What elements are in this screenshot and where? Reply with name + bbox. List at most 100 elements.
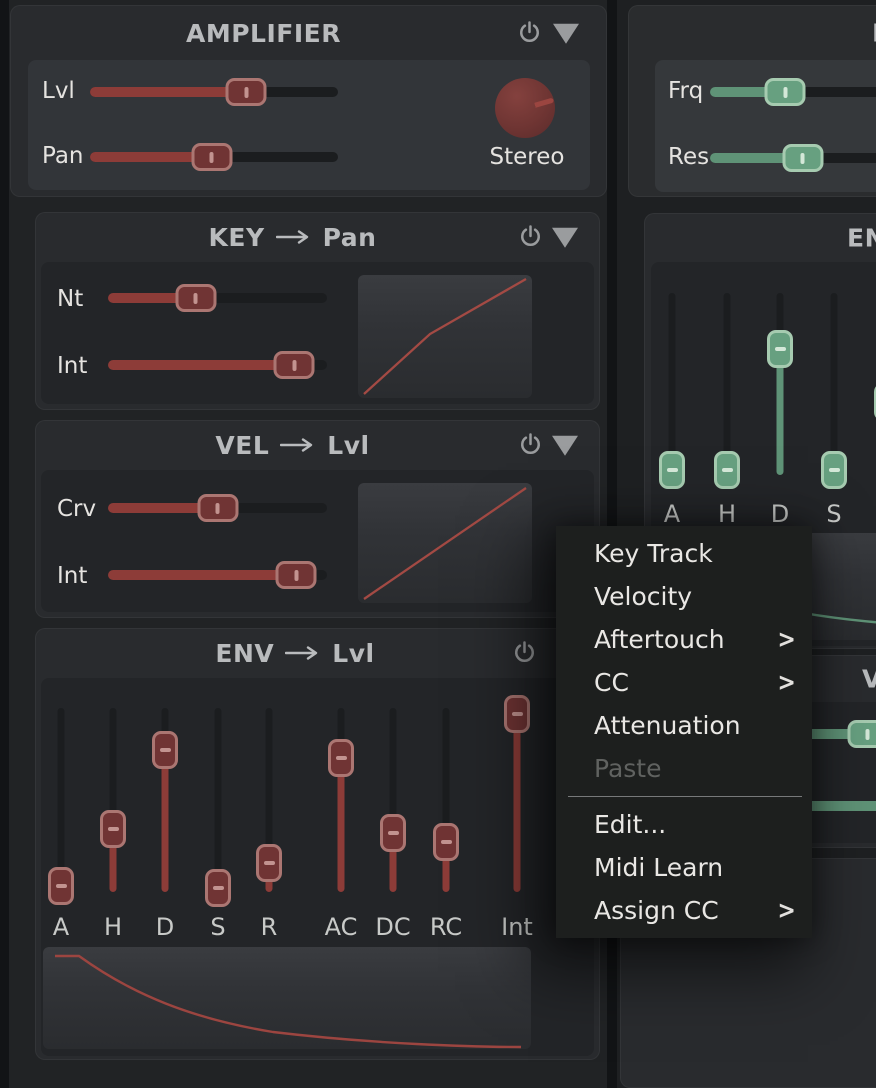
level-slider[interactable] xyxy=(90,87,338,97)
slider-handle[interactable] xyxy=(152,731,178,769)
menu-item-label: Velocity xyxy=(594,582,692,611)
slider-fill xyxy=(108,360,294,370)
power-icon[interactable] xyxy=(513,641,536,666)
synth-ui-root: { "amplifier": { "title": "AMPLIFIER", "… xyxy=(0,0,876,1088)
handle-tick xyxy=(722,468,733,472)
handle-tick xyxy=(801,153,805,164)
routing-arrow-icon xyxy=(285,646,321,660)
slider-handle[interactable] xyxy=(276,561,317,589)
key-pan-header: KEY Pan xyxy=(35,212,600,262)
routing-arrow-icon xyxy=(276,230,312,244)
pan-label: Pan xyxy=(42,143,84,169)
mod-target-label: Pan xyxy=(323,223,377,252)
menu-item-velocity[interactable]: Velocity xyxy=(556,575,812,618)
chevron-down-icon[interactable] xyxy=(552,436,578,456)
slider-handle[interactable] xyxy=(821,451,847,489)
slider-handle[interactable] xyxy=(433,823,459,861)
handle-tick xyxy=(213,886,224,890)
pan-slider[interactable] xyxy=(90,152,338,162)
slider-handle[interactable] xyxy=(226,78,267,106)
resonance-slider[interactable] xyxy=(710,153,876,163)
menu-item-edit[interactable]: Edit... xyxy=(556,803,812,846)
slider-handle[interactable] xyxy=(256,844,282,882)
submenu-chevron-icon: > xyxy=(777,896,795,925)
menu-item-label: Assign CC xyxy=(594,896,719,925)
slider-handle[interactable] xyxy=(767,330,793,368)
handle-tick xyxy=(244,87,248,98)
handle-tick xyxy=(783,87,787,98)
slider-handle[interactable] xyxy=(197,494,238,522)
slider-handle[interactable] xyxy=(714,451,740,489)
menu-item-attenuation[interactable]: Attenuation xyxy=(556,704,812,747)
handle-tick xyxy=(441,840,452,844)
slider-handle[interactable] xyxy=(782,144,823,172)
slider-handle[interactable] xyxy=(48,867,74,905)
menu-item-label: Attenuation xyxy=(594,711,741,740)
env-slider-H[interactable] xyxy=(714,293,740,475)
frequency-slider[interactable] xyxy=(710,87,876,97)
slider-handle[interactable] xyxy=(274,351,315,379)
slider-fill xyxy=(108,570,296,580)
env-slider-label: D xyxy=(143,913,187,941)
env-slider-label: H xyxy=(705,500,749,528)
menu-item-paste[interactable]: Paste xyxy=(556,747,812,790)
slider-rail xyxy=(831,293,838,475)
menu-item-cc[interactable]: CC> xyxy=(556,661,812,704)
slider-handle[interactable] xyxy=(380,814,406,852)
intensity-slider[interactable] xyxy=(108,570,327,580)
filter-panel: F Frq Res xyxy=(628,5,876,197)
note-label: Nt xyxy=(57,286,83,312)
env-slider-label: AC xyxy=(319,913,363,941)
menu-item-label: Edit... xyxy=(594,810,666,839)
power-icon[interactable] xyxy=(518,21,541,46)
resonance-label: Res xyxy=(668,144,709,170)
slider-handle[interactable] xyxy=(175,284,216,312)
slider-handle[interactable] xyxy=(100,810,126,848)
mod-source-label: ENV xyxy=(215,639,274,668)
env-slider-A[interactable] xyxy=(48,708,74,892)
handle-tick xyxy=(294,570,298,581)
env-slider-R[interactable] xyxy=(256,708,282,892)
slider-rail xyxy=(58,708,65,892)
chevron-down-icon[interactable] xyxy=(553,24,579,44)
slider-handle[interactable] xyxy=(847,720,876,748)
menu-item-label: Key Track xyxy=(594,539,713,568)
env-slider-RC[interactable] xyxy=(433,708,459,892)
handle-tick xyxy=(216,503,220,514)
menu-item-key-track[interactable]: Key Track xyxy=(556,532,812,575)
env-slider-D[interactable] xyxy=(152,708,178,892)
env-slider-Int[interactable] xyxy=(504,708,530,892)
power-icon[interactable] xyxy=(519,433,542,458)
slider-handle[interactable] xyxy=(765,78,806,106)
env-title-clipped: EN xyxy=(847,223,876,252)
slider-handle[interactable] xyxy=(659,451,685,489)
env-slider-AC[interactable] xyxy=(328,708,354,892)
menu-item-label: Paste xyxy=(594,754,661,783)
curve-slider[interactable] xyxy=(108,503,327,513)
amplifier-title: AMPLIFIER xyxy=(186,19,341,48)
note-slider[interactable] xyxy=(108,293,327,303)
mod-source-label: VEL xyxy=(215,431,269,460)
env-slider-D[interactable] xyxy=(767,293,793,475)
stereo-knob[interactable] xyxy=(495,78,555,138)
chevron-down-icon[interactable] xyxy=(552,228,578,248)
handle-tick xyxy=(210,152,214,163)
intensity-label: Int xyxy=(57,563,87,589)
env-slider-DC[interactable] xyxy=(380,708,406,892)
slider-handle[interactable] xyxy=(205,869,231,907)
menu-item-assign-cc[interactable]: Assign CC > xyxy=(556,889,812,932)
env-slider-H[interactable] xyxy=(100,708,126,892)
submenu-chevron-icon: > xyxy=(777,625,795,654)
env-slider-A[interactable] xyxy=(659,293,685,475)
env-slider-S[interactable] xyxy=(821,293,847,475)
submenu-chevron-icon: > xyxy=(777,668,795,697)
slider-handle[interactable] xyxy=(504,695,530,733)
slider-handle[interactable] xyxy=(191,143,232,171)
intensity-slider[interactable] xyxy=(108,360,327,370)
menu-item-midi-learn[interactable]: Midi Learn xyxy=(556,846,812,889)
menu-item-aftertouch[interactable]: Aftertouch> xyxy=(556,618,812,661)
slider-handle[interactable] xyxy=(328,739,354,777)
power-icon[interactable] xyxy=(519,225,542,250)
env-slider-label: S xyxy=(812,500,856,528)
env-slider-S[interactable] xyxy=(205,708,231,892)
